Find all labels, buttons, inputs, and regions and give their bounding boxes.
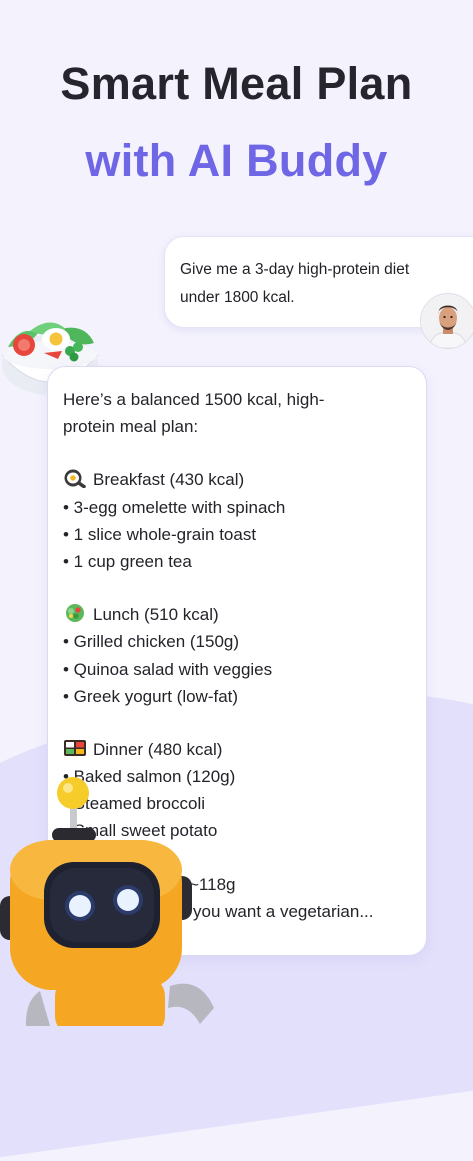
breakfast-item: • 1 cup green tea [63,551,192,571]
lunch-title: Lunch (510 kcal) [93,605,219,625]
user-avatar[interactable] [420,293,473,349]
lunch-heading: Lunch (510 kcal) [63,601,413,628]
fried-egg-icon [64,469,86,489]
lunch-item: • Greek yogurt (low-fat) [63,686,239,706]
headline-title: Smart Meal Plan [60,58,413,109]
breakfast-title: Breakfast (430 kcal) [93,470,245,490]
breakfast-item: • 3-egg omelette with spinach [63,497,286,517]
breakfast-item: • 1 slice whole-grain toast [63,524,257,544]
user-message-line: under 1800 kcal. [180,289,295,306]
lunch-item: • Quinoa salad with veggies [63,659,273,679]
ai-intro-line: Here’s a balanced 1500 kcal, high- [63,390,325,409]
ai-buddy-robot-mascot [0,777,214,1026]
breakfast-heading: Breakfast (430 kcal) [63,466,413,493]
ai-intro-line: protein meal plan: [63,417,199,437]
user-avatar-icon [421,294,473,348]
user-message-line: Give me a 3-day high-protein diet [180,261,410,278]
dinner-heading: Dinner (480 kcal) [63,736,413,763]
lunch-item: • Grilled chicken (150g) [63,632,240,652]
dinner-title: Dinner (480 kcal) [93,739,223,759]
headline-subtitle: with AI Buddy [85,135,388,186]
bento-box-icon [64,739,86,756]
user-message-text: Give me a 3-day high-protein diet under … [180,256,450,312]
salad-icon [66,604,84,623]
